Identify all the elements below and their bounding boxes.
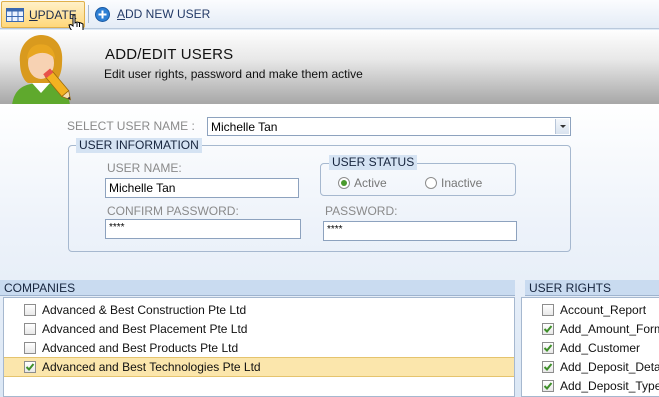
user-information-title: USER INFORMATION: [76, 138, 202, 153]
radio-selected-icon: [338, 177, 350, 189]
list-item-selected[interactable]: Advanced and Best Technologies Pte Ltd: [4, 357, 514, 377]
checkbox-checked-icon[interactable]: [542, 379, 554, 392]
user-status-title: USER STATUS: [329, 155, 418, 170]
list-item[interactable]: Advanced & Best Construction Pte Ltd: [4, 300, 514, 319]
active-radio-label: Active: [354, 176, 387, 190]
user-rights-list[interactable]: Account_Report Add_Amount_Form Add_Custo…: [521, 297, 659, 397]
page-title: ADD/EDIT USERS: [105, 46, 234, 63]
table-icon: [6, 7, 24, 22]
page-subtitle: Edit user rights, password and make them…: [104, 67, 363, 81]
add-new-user-button[interactable]: ADD NEW USER: [95, 5, 210, 23]
username-input[interactable]: Michelle Tan: [105, 178, 299, 198]
plus-circle-icon: [95, 6, 110, 22]
chevron-down-icon: [559, 125, 566, 128]
select-user-value: Michelle Tan: [211, 120, 278, 134]
companies-list[interactable]: Advanced & Best Construction Pte Ltd Adv…: [3, 297, 515, 397]
right-label: Add_Deposit_Type: [560, 378, 659, 393]
inactive-radio[interactable]: Inactive: [425, 176, 482, 190]
confirm-password-label: CONFIRM PASSWORD:: [107, 204, 239, 218]
list-item[interactable]: Account_Report: [522, 300, 659, 319]
check-icon: [543, 324, 553, 333]
right-label: Account_Report: [560, 302, 647, 317]
right-label: Add_Deposit_Detail: [560, 359, 659, 374]
company-label: Advanced and Best Placement Pte Ltd: [42, 321, 248, 336]
toolbar: UPDATE ADD NEW USER: [0, 0, 659, 35]
page-header: ADD/EDIT USERS Edit user rights, passwor…: [0, 30, 659, 105]
radio-unselected-icon: [425, 177, 437, 189]
checkbox-checked-icon[interactable]: [542, 322, 554, 335]
confirm-password-input[interactable]: ****: [105, 219, 301, 239]
list-item[interactable]: Advanced and Best Placement Pte Ltd: [4, 319, 514, 338]
list-item[interactable]: Advanced and Best Products Pte Ltd: [4, 338, 514, 357]
dropdown-button[interactable]: [555, 119, 569, 134]
company-label: Advanced and Best Technologies Pte Ltd: [42, 360, 261, 374]
checkbox-checked-icon[interactable]: [542, 341, 554, 354]
company-label: Advanced and Best Products Pte Ltd: [42, 340, 239, 355]
companies-header: COMPANIES: [0, 280, 515, 296]
password-input[interactable]: ****: [323, 221, 517, 241]
password-label: PASSWORD:: [325, 204, 398, 218]
checkbox-unchecked-icon[interactable]: [24, 303, 36, 316]
checkbox-unchecked-icon[interactable]: [542, 303, 554, 316]
checkbox-checked-icon[interactable]: [24, 361, 36, 373]
checkbox-unchecked-icon[interactable]: [24, 322, 36, 335]
checkbox-unchecked-icon[interactable]: [24, 341, 36, 354]
toolbar-separator: [88, 5, 89, 23]
list-item[interactable]: Add_Deposit_Type: [522, 376, 659, 395]
company-label: Advanced & Best Construction Pte Ltd: [42, 302, 247, 317]
active-radio[interactable]: Active: [338, 176, 387, 190]
check-icon: [543, 362, 553, 371]
user-edit-icon: [12, 35, 71, 105]
user-rights-header: USER RIGHTS: [525, 280, 659, 296]
list-item[interactable]: Add_Amount_Form: [522, 319, 659, 338]
select-user-label: SELECT USER NAME :: [67, 119, 195, 133]
add-new-user-label: ADD NEW USER: [117, 7, 211, 21]
list-item[interactable]: Add_Customer: [522, 338, 659, 357]
select-user-dropdown[interactable]: Michelle Tan: [207, 117, 571, 136]
check-icon: [543, 343, 553, 352]
inactive-radio-label: Inactive: [441, 176, 483, 190]
check-icon: [25, 363, 35, 371]
list-item[interactable]: Add_Deposit_Detail: [522, 357, 659, 376]
username-label: USER NAME:: [107, 161, 182, 175]
checkbox-checked-icon[interactable]: [542, 360, 554, 373]
right-label: Add_Amount_Form: [560, 321, 659, 336]
right-label: Add_Customer: [560, 340, 641, 355]
check-icon: [543, 381, 553, 390]
